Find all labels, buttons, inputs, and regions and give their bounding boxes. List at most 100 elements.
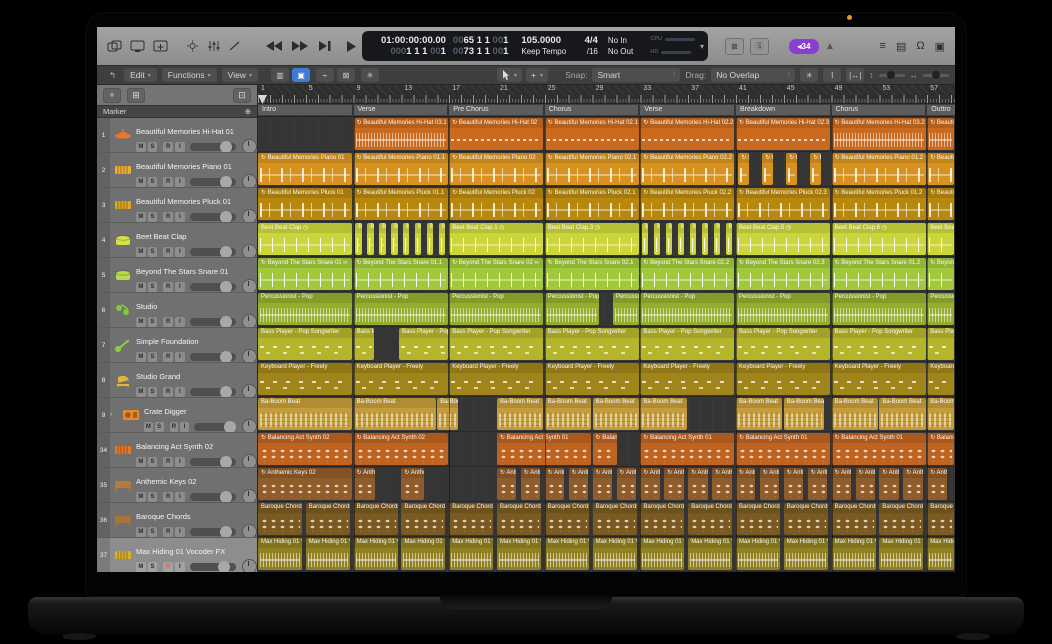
region[interactable]: Percussionist - Pop (545, 293, 600, 325)
region[interactable]: Percussionist - Pop (449, 293, 543, 325)
solo-button[interactable]: S (148, 492, 158, 502)
pan-knob[interactable] (242, 419, 257, 432)
dim-icon[interactable] (186, 40, 199, 52)
track-name[interactable]: Beyond The Stars Snare 01 (136, 267, 228, 276)
region[interactable]: ↻ Anthemic Keys 02 (640, 468, 659, 500)
region[interactable]: Baroque Chords (784, 503, 828, 535)
solo-button[interactable]: S (148, 247, 158, 257)
input-monitor-button[interactable]: I (175, 247, 185, 257)
region[interactable]: ↻ Anthemic Keys 02 (401, 468, 423, 500)
region[interactable]: Percussionist - Pop (258, 293, 352, 325)
record-enable-button[interactable]: R (163, 212, 173, 222)
region[interactable]: Beet Beat Clap.7 ◷ (927, 223, 954, 255)
note-pads-icon[interactable]: ▤ (896, 40, 906, 53)
edit-menu[interactable]: Edit▾ (124, 68, 157, 82)
region[interactable]: Ba-Boom Beat (497, 398, 543, 430)
track-name[interactable]: Max Hiding 01 Vocoder FX (136, 547, 225, 556)
mute-button[interactable]: M (136, 387, 146, 397)
volume-slider[interactable] (190, 458, 236, 466)
solo-button[interactable]: S (148, 282, 158, 292)
region[interactable]: ↻ Beautiful Memories Hi-Hat 03.3 (927, 118, 954, 150)
region[interactable]: Baroque Chords (832, 503, 876, 535)
media-browser-icon[interactable]: ▣ (935, 40, 945, 53)
mute-button[interactable]: M (136, 142, 146, 152)
marker-global-track[interactable]: Marker ⊕ (97, 105, 257, 118)
automation-icon[interactable]: ⌁ (316, 68, 334, 82)
region[interactable]: Beet Beat Clap (355, 223, 361, 255)
region[interactable]: Beet Beat Clap.3 ◷ (545, 223, 639, 255)
region[interactable]: Beet Beat Clap (391, 223, 397, 255)
track-header-row[interactable]: 34Balancing Act Synth 02MSRI (97, 433, 257, 468)
panels-icon[interactable] (107, 40, 122, 52)
region[interactable]: Ba-Boom Beat (784, 398, 824, 430)
region[interactable]: ↻ Beautiful Memories Pluck 02 (449, 188, 543, 220)
track-lane[interactable]: Keyboard Player - Freely Keyboard Player … (258, 362, 955, 397)
view-menu[interactable]: View▾ (222, 68, 258, 82)
record-enable-button[interactable]: R (163, 282, 173, 292)
region[interactable]: Baroque Chords (449, 503, 493, 535)
region[interactable]: Bass Player - Pop Songwriter (258, 328, 352, 360)
region[interactable]: Bass Player - Pop Songwriter (832, 328, 926, 360)
snap-collision-icon[interactable]: ✳ (800, 68, 818, 82)
track-name[interactable]: Crate Digger (144, 407, 187, 416)
region[interactable]: Max Hiding 01 Vocoder FX (449, 538, 493, 570)
rewind-button[interactable] (265, 39, 282, 53)
vertical-zoom-slider[interactable] (879, 74, 905, 77)
pan-knob[interactable] (242, 279, 257, 292)
region[interactable]: ↻ Anthemic Keys 02 (593, 468, 612, 500)
region[interactable]: Keyboard Player - Freely (354, 363, 448, 395)
region[interactable]: Beet Beat Clap ◷ (258, 223, 352, 255)
region[interactable]: ↻ Balancing Act Synth 01 (832, 433, 926, 465)
mute-button[interactable]: M (136, 457, 146, 467)
region[interactable]: ↻ Balancing Act Synth 02 (258, 433, 352, 465)
volume-slider[interactable] (190, 318, 236, 326)
crossfade-icon[interactable]: I (823, 68, 841, 82)
mute-button[interactable]: M (136, 492, 146, 502)
purple-count-badge[interactable]: ◂34 (789, 39, 819, 54)
input-monitor-button[interactable]: I (175, 352, 185, 362)
region[interactable]: ↻ Beautiful Memories Pluck 02.3 (736, 188, 830, 220)
duplicate-track-button[interactable]: ⊞ (127, 88, 145, 103)
input-monitor-button[interactable]: I (175, 457, 185, 467)
region[interactable]: ↻ Beautiful Memories Piano 01 (258, 153, 352, 185)
region[interactable]: ↻ Beautiful Memories Piano 02.3 (786, 153, 796, 185)
region[interactable]: ↻ Beautiful Memories Piano 02.2 (640, 153, 734, 185)
track-name[interactable]: Beet Beat Clap (136, 232, 186, 241)
mute-button[interactable]: M (136, 352, 146, 362)
solo-button[interactable]: S (148, 177, 158, 187)
record-enable-button[interactable]: R (163, 142, 173, 152)
marquee-icon[interactable]: ⊠ (337, 68, 355, 82)
pan-knob[interactable] (242, 209, 257, 222)
volume-slider[interactable] (190, 353, 236, 361)
region[interactable]: ↻ Beyond The Stars Snare 02.3 (736, 258, 830, 290)
region[interactable]: Percussionist - Pop (832, 293, 926, 325)
arrangement-marker[interactable]: Outtro (927, 105, 955, 115)
record-enable-button[interactable]: R (170, 422, 179, 432)
region[interactable]: Keyboard Player - Freely (736, 363, 830, 395)
region[interactable]: ↻ Beautiful Memories Piano 01.2 (832, 153, 926, 185)
region[interactable]: ↻ Beyond The Stars Snare 02 ∞ (449, 258, 543, 290)
region[interactable]: Max Hiding 01 Vocoder FX (593, 538, 637, 570)
region[interactable]: Beet Beat Clap (403, 223, 409, 255)
solo-button[interactable]: S (148, 387, 158, 397)
record-enable-button[interactable]: R (163, 352, 173, 362)
region[interactable]: Beet Beat Clap (714, 223, 720, 255)
region[interactable]: Ba-Boom Beat (258, 398, 352, 430)
region[interactable]: ↻ Beautiful Memories Piano 01.3 (927, 153, 954, 185)
region[interactable]: ↻ Beautiful Memories Hi-Hat 02.2 (640, 118, 734, 150)
region[interactable]: ↻ Beautiful Memories Piano 02.3 (738, 153, 748, 185)
pan-knob[interactable] (242, 139, 257, 152)
input-monitor-button[interactable]: I (175, 562, 185, 572)
region[interactable]: ↻ Anthemic Keys 02 (760, 468, 779, 500)
region[interactable]: Ba-Boom Beat (736, 398, 782, 430)
flex-icon[interactable]: ✳ (361, 68, 379, 82)
track-header-row[interactable]: 35Anthemic Keys 02MSRI (97, 468, 257, 503)
region[interactable]: ↻ Anthemic Keys 02 (497, 468, 516, 500)
input-monitor-button[interactable]: I (175, 177, 185, 187)
track-lane[interactable]: Bass Player - Pop SongwriterBass Player … (258, 327, 955, 362)
volume-slider[interactable] (190, 178, 236, 186)
volume-slider[interactable] (190, 528, 236, 536)
track-name[interactable]: Beautiful Memories Piano 01 (136, 162, 232, 171)
region[interactable]: Bass Player - Pop Songwriter (927, 328, 954, 360)
region[interactable]: Keyboard Player - Freely (927, 363, 954, 395)
